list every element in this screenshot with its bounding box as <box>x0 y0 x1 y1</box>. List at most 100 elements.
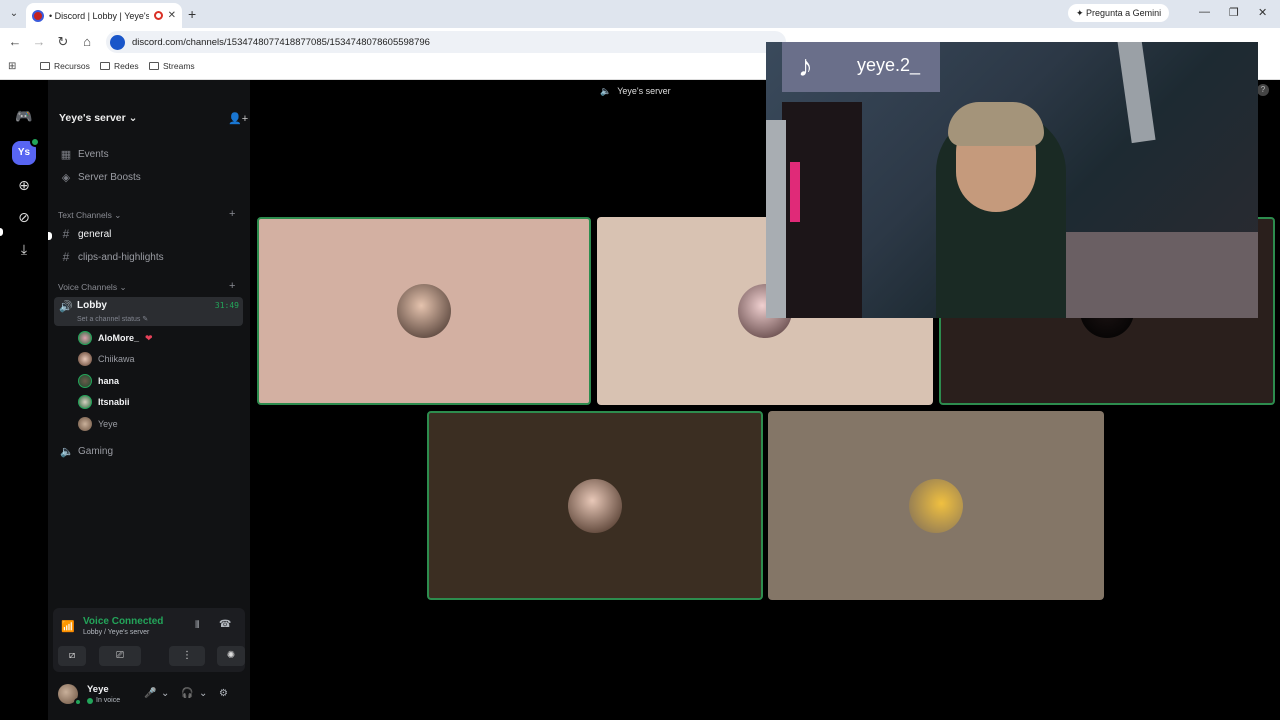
avatar <box>78 374 92 388</box>
avatar <box>78 331 92 345</box>
hash-icon: # <box>62 227 70 241</box>
disconnect-icon[interactable]: ☎ <box>219 619 231 630</box>
selected-server-pill <box>0 228 3 236</box>
bookmark-streams[interactable]: Streams <box>149 61 195 71</box>
voice-user-chiikawa[interactable]: Chiikawa <box>78 351 135 367</box>
tiktok-badge: ♪ yeye.2_ <box>782 42 940 92</box>
channel-label: general <box>78 228 112 240</box>
minimize-icon[interactable]: — <box>1199 6 1210 18</box>
back-icon[interactable]: ← <box>7 34 23 49</box>
chevron-down-icon[interactable]: ⌄ <box>161 688 169 699</box>
voice-connected-title: Voice Connected <box>83 616 164 627</box>
avatar <box>909 478 963 533</box>
signal-icon[interactable]: 📶 <box>61 620 75 633</box>
heart-icon: ❤ <box>145 332 153 343</box>
voice-user-hana[interactable]: hana <box>78 373 119 389</box>
server-boosts-item[interactable]: ◈ Server Boosts <box>60 171 141 184</box>
settings-gear-icon[interactable]: ⚙ <box>219 688 228 699</box>
channel-status-input[interactable]: Set a channel status ✎ <box>77 315 148 323</box>
speaker-icon: 🔊 <box>59 301 73 313</box>
gemini-button[interactable]: ✦ Pregunta a Gemini <box>1068 4 1170 22</box>
site-info-icon[interactable] <box>110 34 125 50</box>
tape-decoration <box>766 120 786 318</box>
channel-general[interactable]: # general <box>60 227 112 241</box>
folder-icon <box>100 62 110 70</box>
events-label: Events <box>78 149 109 160</box>
voice-user-name: hana <box>98 376 120 386</box>
discord-home-icon[interactable]: 🎮 <box>12 104 36 128</box>
activities-button[interactable]: ⋮ <box>169 646 205 666</box>
discord-favicon-icon <box>32 9 44 22</box>
speaker-icon: 🔈 <box>600 86 612 96</box>
boosts-label: Server Boosts <box>78 172 141 183</box>
close-tab-icon[interactable]: ✕ <box>168 10 176 21</box>
soundboard-button[interactable]: ✺ <box>217 646 245 666</box>
bookmark-redes[interactable]: Redes <box>100 61 139 71</box>
voice-connected-panel: 📶 Voice Connected Lobby / Yeye's server … <box>53 608 245 672</box>
server-header[interactable]: Yeye's server ⌄ <box>59 112 137 124</box>
add-text-channel-icon[interactable]: + <box>229 208 235 220</box>
lobby-timer: 31:49 <box>214 301 239 310</box>
home-icon[interactable]: ⌂ <box>79 34 95 49</box>
voice-user-itsnabii[interactable]: Itsnabii <box>78 394 130 410</box>
share-screen-button[interactable]: ⎚ <box>99 646 141 666</box>
status-dot <box>87 697 93 704</box>
stage-title-text: Yeye's server <box>617 86 671 96</box>
video-tile-4[interactable] <box>427 411 763 600</box>
apps-grid-icon[interactable]: ⊞ <box>8 62 18 72</box>
voice-activity-badge <box>30 137 40 147</box>
video-tile-1[interactable] <box>257 217 591 405</box>
video-tile-5[interactable] <box>768 411 1104 600</box>
camera-off-button[interactable]: ⧄ <box>58 646 86 666</box>
category-label: Text Channels <box>58 210 112 220</box>
avatar <box>78 352 92 366</box>
chevron-down-icon[interactable]: ⌄ <box>199 688 207 699</box>
calendar-icon: ▦ <box>60 149 72 161</box>
close-window-icon[interactable]: ✕ <box>1258 6 1267 19</box>
new-tab-icon[interactable]: + <box>188 6 196 22</box>
speaker-icon: 🔈 <box>60 446 74 458</box>
server-initials: Ys <box>17 147 31 158</box>
stage-title: 🔈 Yeye's server <box>600 86 671 97</box>
channel-sidebar: Yeye's server ⌄ 👤+ ▦ Events ◈ Server Boost… <box>48 80 250 720</box>
category-voice-channels[interactable]: Voice Channels ⌄ <box>58 282 127 293</box>
tab-title: • Discord | Lobby | Yeye's se <box>49 10 149 21</box>
channel-label: clips-and-highlights <box>78 251 164 263</box>
folder-icon <box>40 62 50 70</box>
help-icon[interactable]: ? <box>1257 84 1269 96</box>
voice-connected-subtitle[interactable]: Lobby / Yeye's server <box>83 629 149 636</box>
voice-channel-gaming[interactable]: 🔈 Gaming <box>60 445 113 458</box>
reload-icon[interactable]: ↻ <box>55 34 71 50</box>
add-server-icon[interactable]: ⊕ <box>12 173 36 197</box>
user-name[interactable]: Yeye <box>87 684 109 695</box>
add-voice-channel-icon[interactable]: + <box>229 280 235 292</box>
folder-icon <box>149 62 159 70</box>
server-rail: 🎮 Ys ⊕ ⊘ ⤓ <box>0 80 48 720</box>
browser-tab[interactable]: • Discord | Lobby | Yeye's se ✕ <box>26 3 182 28</box>
tab-search-icon[interactable]: ⌄ <box>6 6 22 22</box>
channel-clips-and-highlights[interactable]: # clips-and-highlights <box>60 250 164 264</box>
category-text-channels[interactable]: Text Channels ⌄ <box>58 210 121 221</box>
forward-icon[interactable]: → <box>31 34 47 49</box>
url-text: discord.com/channels/1534748077418877085… <box>132 36 430 48</box>
download-icon[interactable]: ⤓ <box>12 237 36 261</box>
bookmark-label: Redes <box>114 61 139 71</box>
voice-user-yeye[interactable]: Yeye <box>78 416 118 432</box>
noise-suppression-icon[interactable]: ⦀ <box>195 620 199 631</box>
gemini-label: Pregunta a Gemini <box>1086 8 1162 18</box>
browser-tab-bar: ⌄ • Discord | Lobby | Yeye's se ✕ + ✦ Pr… <box>0 0 1280 28</box>
microphone-icon[interactable]: 🎤 <box>144 688 156 699</box>
headphones-icon[interactable]: 🎧 <box>181 688 193 699</box>
events-item[interactable]: ▦ Events <box>60 148 109 161</box>
hash-icon: # <box>62 250 70 264</box>
server-icon-yeyes-server[interactable]: Ys <box>12 137 40 165</box>
invite-people-icon[interactable]: 👤+ <box>228 112 248 125</box>
address-bar[interactable]: discord.com/channels/1534748077418877085… <box>106 31 786 53</box>
voice-channel-lobby[interactable]: 🔊 Lobby 31:49 Set a channel status ✎ <box>54 297 243 326</box>
discover-icon[interactable]: ⊘ <box>12 205 36 229</box>
voice-user-alomore[interactable]: AloMore_ ❤ <box>78 330 153 346</box>
bookmark-recursos[interactable]: Recursos <box>40 61 90 71</box>
restore-icon[interactable]: ❐ <box>1229 6 1239 19</box>
avatar <box>397 284 451 338</box>
voice-user-name: Yeye <box>98 419 118 429</box>
